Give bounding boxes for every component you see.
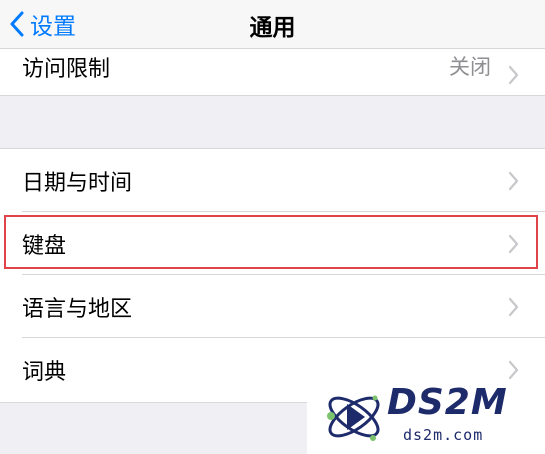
watermark-url: ds2m.com: [403, 426, 484, 444]
list-item-label: 键盘: [22, 233, 67, 259]
chevron-right-icon: [508, 234, 519, 253]
list-item-label: 语言与地区: [22, 296, 133, 322]
settings-group-main: 日期与时间 键盘 语言与地区 词典: [0, 148, 545, 403]
list-item-label: 日期与时间: [22, 170, 133, 196]
list-item-label: 访问限制: [22, 57, 111, 82]
list-item-language-region[interactable]: 语言与地区: [0, 275, 545, 338]
watermark: DS2M ds2m.com: [307, 380, 545, 454]
list-item-restrictions[interactable]: 访问限制 关闭: [0, 48, 545, 95]
page-title: 通用: [249, 15, 296, 41]
logo-icon: [327, 395, 380, 441]
chevron-right-icon: [508, 360, 519, 379]
list-item-keyboard[interactable]: 键盘: [0, 212, 545, 275]
watermark-logo-text: DS2M: [387, 382, 508, 423]
list-item-date-time[interactable]: 日期与时间: [0, 149, 545, 212]
chevron-right-icon: [508, 171, 519, 190]
list-item-value: 关闭: [449, 55, 491, 79]
chevron-right-icon: [508, 65, 519, 84]
settings-group-restrictions: 访问限制 关闭: [0, 48, 545, 96]
chevron-right-icon: [508, 297, 519, 316]
navigation-bar: 设置 通用: [0, 0, 545, 49]
list-item-label: 词典: [22, 359, 67, 385]
